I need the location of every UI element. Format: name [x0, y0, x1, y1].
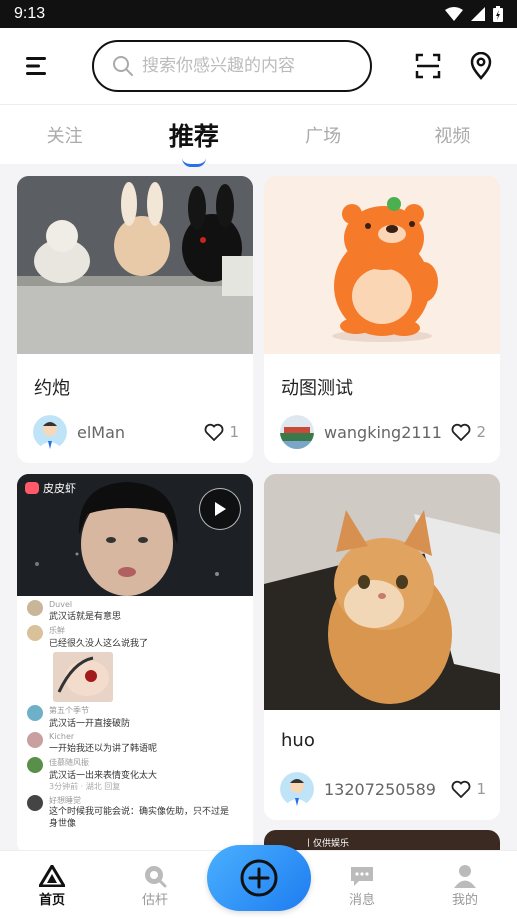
tab-video[interactable]: 视频 [407, 122, 497, 148]
feed-grid: 约炮 elMan 1 动图测试 wangking2111 2 皮皮虾 Duvel… [0, 164, 517, 850]
nav-messages-label: 消息 [348, 893, 375, 908]
feed-tabs: 关注 推荐 广场 视频 [0, 104, 517, 167]
post-card[interactable]: huo 13207250589 1 [264, 474, 500, 820]
post-image [264, 474, 500, 710]
avatar[interactable] [33, 415, 67, 449]
like-count: 1 [229, 423, 239, 441]
post-image [264, 176, 500, 354]
tab-follow[interactable]: 关注 [20, 122, 110, 148]
author-name[interactable]: 13207250589 [324, 780, 451, 799]
nav-home[interactable]: 首页 [22, 863, 82, 908]
nav-estimate[interactable]: 估杆 [125, 863, 185, 908]
author-name[interactable]: elMan [77, 423, 204, 442]
author-name[interactable]: wangking2111 [324, 423, 451, 442]
like-button[interactable]: 1 [204, 423, 239, 441]
menu-icon [26, 57, 46, 75]
like-count: 2 [476, 423, 486, 441]
scan-button[interactable] [414, 52, 442, 80]
avatar[interactable] [280, 415, 314, 449]
like-button[interactable]: 1 [451, 780, 486, 798]
search-bar[interactable] [92, 40, 372, 92]
avatar[interactable] [280, 772, 314, 806]
create-post-button[interactable] [207, 845, 311, 911]
status-time: 9:13 [14, 5, 46, 22]
comment-image [53, 652, 113, 702]
heart-icon [452, 423, 471, 441]
status-bar: 9:13 [0, 0, 517, 28]
plus-circle-icon [240, 859, 278, 897]
location-pin-icon [470, 51, 492, 80]
signal-icon [471, 7, 485, 21]
nav-home-label: 首页 [38, 893, 65, 908]
like-count: 1 [476, 780, 486, 798]
search-icon [113, 56, 133, 76]
post-card[interactable]: 约炮 elMan 1 [17, 176, 253, 463]
post-image: 丨仅供娱乐 [264, 830, 500, 850]
profile-icon [454, 865, 476, 888]
nav-estimate-label: 估杆 [141, 893, 168, 908]
nav-messages[interactable]: 消息 [332, 863, 392, 908]
post-image [17, 176, 253, 354]
play-icon [215, 502, 226, 516]
nav-profile-label: 我的 [451, 893, 478, 908]
scan-icon [415, 53, 441, 79]
heart-icon [205, 423, 224, 441]
post-card[interactable]: 丨仅供娱乐 [264, 830, 500, 850]
post-card[interactable]: 动图测试 wangking2111 2 [264, 176, 500, 463]
location-button[interactable] [468, 51, 494, 80]
image-caption: 丨仅供娱乐 [304, 839, 350, 849]
heart-icon [452, 780, 471, 798]
search-input[interactable] [142, 56, 342, 76]
video-card[interactable]: 皮皮虾 Duvel 武汉话就是有意思 乐鲜 已经很久没人这么说我了 第五个季节 … [17, 474, 253, 850]
wifi-icon [445, 7, 463, 21]
nav-profile[interactable]: 我的 [435, 863, 495, 908]
like-button[interactable]: 2 [451, 423, 486, 441]
comment-overlay: Duvel 武汉话就是有意思 乐鲜 已经很久没人这么说我了 第五个季节 武汉话一开直接… [17, 596, 253, 850]
battery-icon [493, 6, 503, 22]
top-header [0, 28, 517, 104]
app-watermark: 皮皮虾 [25, 480, 76, 496]
home-icon [39, 865, 65, 887]
post-title: 动图测试 [281, 378, 353, 399]
message-icon [351, 867, 373, 886]
play-button[interactable] [199, 488, 241, 530]
menu-button[interactable] [24, 54, 48, 78]
tab-square[interactable]: 广场 [278, 122, 368, 148]
shrimp-logo-icon [25, 482, 39, 494]
tab-recommend[interactable]: 推荐 [149, 117, 239, 167]
post-title: 约炮 [34, 378, 70, 399]
estimate-icon [145, 866, 167, 888]
video-thumbnail: 皮皮虾 Duvel 武汉话就是有意思 乐鲜 已经很久没人这么说我了 第五个季节 … [17, 474, 253, 850]
post-title: huo [281, 730, 315, 751]
